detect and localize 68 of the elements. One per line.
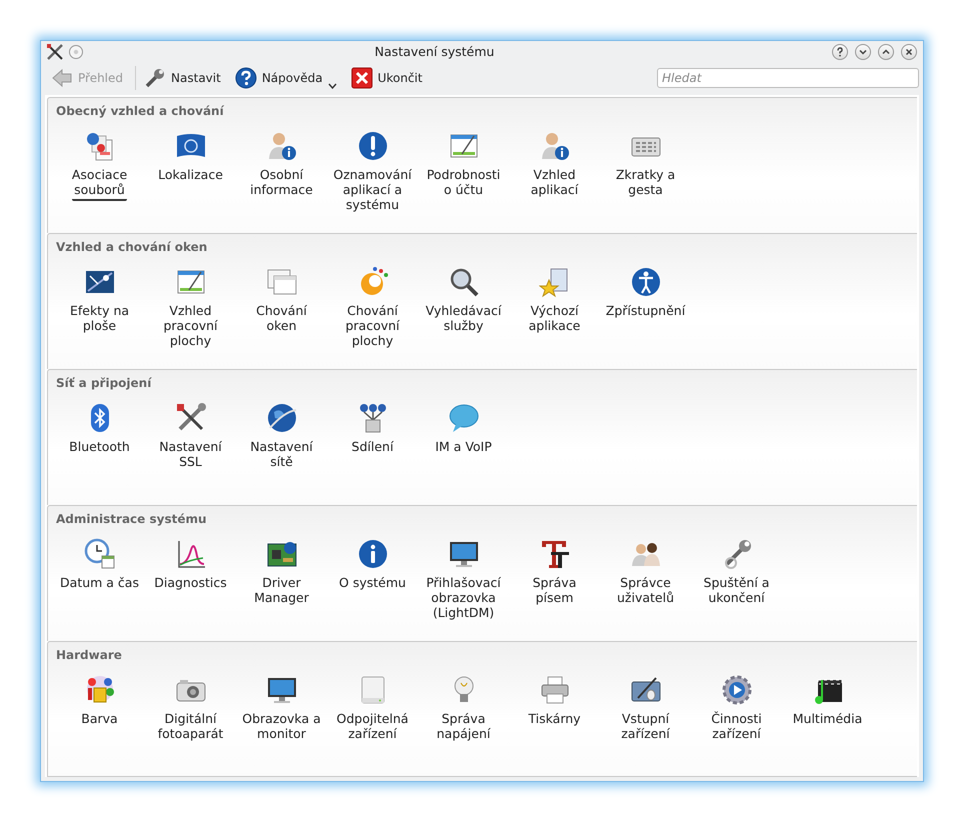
- settings-module[interactable]: Sdílení: [327, 402, 418, 471]
- settings-module[interactable]: Vyhledávací služby: [418, 266, 509, 350]
- settings-module[interactable]: Datum a čas: [54, 538, 145, 622]
- maximize-button[interactable]: [878, 44, 894, 60]
- wrench-icon: [144, 66, 166, 89]
- settings-module[interactable]: Chování pracovní plochy: [327, 266, 418, 350]
- settings-module[interactable]: Diagnostics: [145, 538, 236, 622]
- settings-module[interactable]: Barva: [54, 674, 145, 743]
- category-title: Vzhled a chování oken: [56, 240, 208, 256]
- settings-module[interactable]: Správa písem: [509, 538, 600, 622]
- category-title: Hardware: [56, 648, 123, 664]
- tools-icon[interactable]: [46, 42, 64, 61]
- settings-module[interactable]: Správa napájení: [418, 674, 509, 743]
- star-app-icon: [538, 266, 570, 298]
- category-title: Obecný vzhled a chování: [56, 104, 225, 120]
- settings-module[interactable]: Činnosti zařízení: [691, 674, 782, 743]
- accessibility-icon: [630, 266, 662, 298]
- settings-module[interactable]: Vstupní zařízení: [600, 674, 691, 743]
- minimize-button[interactable]: [855, 44, 871, 60]
- settings-module[interactable]: Asociace souborů: [54, 130, 145, 214]
- chevron-up-icon: [881, 46, 891, 57]
- settings-module[interactable]: Driver Manager: [236, 538, 327, 622]
- close-icon: [904, 46, 914, 57]
- category-title: Administrace systému: [56, 512, 208, 528]
- question-icon: [835, 46, 845, 57]
- toolbar-button[interactable]: Nastavit: [140, 64, 225, 91]
- settings-module[interactable]: Nastavení sítě: [236, 402, 327, 471]
- help-button[interactable]: [832, 44, 848, 60]
- settings-module[interactable]: Přihlašovací obrazovka (LightDM): [418, 538, 509, 622]
- settings-module[interactable]: Multimédia: [782, 674, 873, 743]
- settings-module[interactable]: Bluetooth: [54, 402, 145, 471]
- globe-icon: [266, 402, 298, 434]
- settings-module[interactable]: Digitální fotoaparát: [145, 674, 236, 743]
- clock-calendar-icon: [84, 538, 116, 570]
- gear-play-icon: [720, 674, 752, 706]
- settings-module[interactable]: Zpřístupnění: [600, 266, 691, 350]
- settings-module[interactable]: Podrobnosti o účtu: [418, 130, 509, 214]
- settings-module[interactable]: Nastavení SSL: [145, 402, 236, 471]
- settings-module[interactable]: Zkratky a gesta: [600, 130, 691, 214]
- settings-module[interactable]: Efekty na ploše: [54, 266, 145, 350]
- help-icon: [234, 66, 257, 89]
- toolbar-button[interactable]: Ukončit: [346, 64, 426, 91]
- window-title: Nastavení systému: [374, 44, 496, 60]
- settings-module[interactable]: Odpojitelná zařízení: [327, 674, 418, 743]
- settings-module[interactable]: Oznamování aplikací a systému: [327, 130, 418, 214]
- pin-button[interactable]: [69, 44, 83, 59]
- settings-module[interactable]: IM a VoIP: [418, 402, 509, 471]
- settings-module[interactable]: Lokalizace: [145, 130, 236, 214]
- printer-icon: [538, 674, 570, 706]
- exclamation-icon: [356, 130, 388, 162]
- back-arrow-icon: [51, 66, 73, 89]
- settings-module[interactable]: Správce uživatelů: [600, 538, 691, 622]
- close-button[interactable]: [901, 44, 917, 60]
- settings-module[interactable]: Spuštění a ukončení: [691, 538, 782, 622]
- search-field[interactable]: Hledat: [657, 68, 919, 88]
- settings-module[interactable]: Vzhled pracovní plochy: [145, 266, 236, 350]
- category-title: Síť a připojení: [56, 376, 153, 392]
- toolbar-button[interactable]: Nápověda: [230, 64, 341, 91]
- settings-module[interactable]: Obrazovka a monitor: [236, 674, 327, 743]
- settings-module[interactable]: Výchozí aplikace: [509, 266, 600, 350]
- settings-module[interactable]: Tiskárny: [509, 674, 600, 743]
- close-icon: [350, 66, 373, 89]
- settings-module[interactable]: Vzhled aplikací: [509, 130, 600, 214]
- settings-module[interactable]: Chování oken: [236, 266, 327, 350]
- settings-module[interactable]: O systému: [327, 538, 418, 622]
- info-icon: [356, 538, 388, 570]
- speech-bubble-icon: [448, 402, 480, 434]
- settings-module[interactable]: Osobní informace: [236, 130, 327, 214]
